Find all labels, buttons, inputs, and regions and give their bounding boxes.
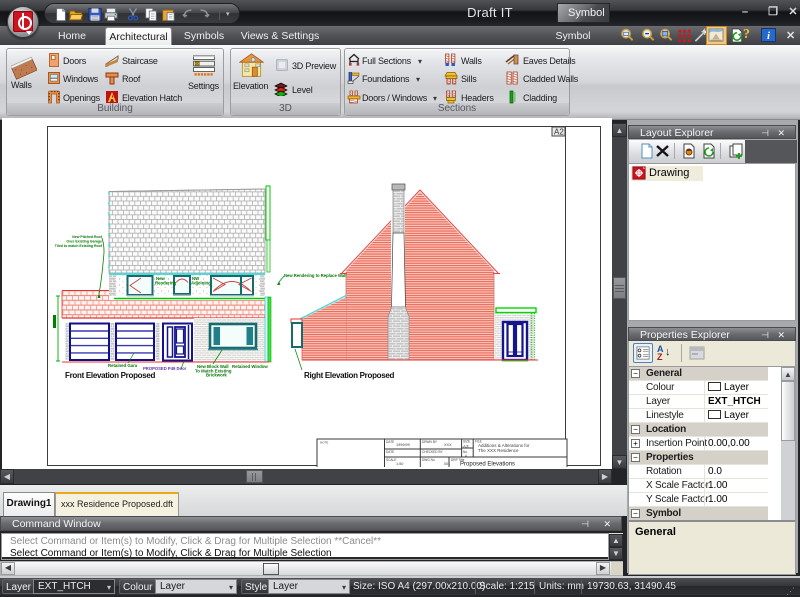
svg-text:Tiled to match Existing Roof: Tiled to match Existing Roof [55, 244, 103, 248]
svg-text:SCALE: SCALE [386, 458, 396, 462]
svg-text:Right Elevation Proposed: Right Elevation Proposed [304, 371, 395, 380]
svg-text:Retained Window: Retained Window [232, 364, 268, 369]
svg-text:DRWN BY: DRWN BY [422, 440, 438, 444]
svg-text:1:50: 1:50 [396, 462, 403, 466]
svg-text:001: 001 [444, 462, 450, 466]
svg-text:NOTE: NOTE [320, 441, 328, 445]
svg-text:New Pitched Roof: New Pitched Roof [72, 235, 103, 239]
svg-text:New Rendering to Replace Wall: New Rendering to Replace Wall [284, 273, 346, 278]
svg-text:Retained Gara: Retained Gara [108, 363, 138, 368]
svg-text:Front Elevation Proposed: Front Elevation Proposed [65, 371, 156, 380]
svg-text:SIZE: SIZE [463, 440, 470, 444]
svg-text:Over Existing Garage: Over Existing Garage [66, 240, 102, 244]
svg-text:Rendering: Rendering [155, 281, 177, 286]
svg-text:DATE: DATE [386, 450, 394, 454]
svg-text:DATE: DATE [386, 440, 394, 444]
svg-text:A2: A2 [554, 128, 564, 137]
svg-text:CHECKED BY: CHECKED BY [422, 450, 444, 454]
svg-text:4: 4 [465, 454, 467, 458]
svg-text:A3: A3 [463, 444, 469, 449]
svg-text:XXX: XXX [444, 443, 452, 447]
svg-text:Brickwork: Brickwork [206, 372, 227, 377]
svg-text:Adjoining: Adjoining [191, 281, 211, 286]
svg-text:1999/99: 1999/99 [396, 443, 410, 447]
svg-text:The XXX Residence: The XXX Residence [478, 448, 519, 453]
svg-text:DWG No: DWG No [422, 458, 435, 462]
svg-text:Proposed Elevations: Proposed Elevations [460, 462, 515, 468]
